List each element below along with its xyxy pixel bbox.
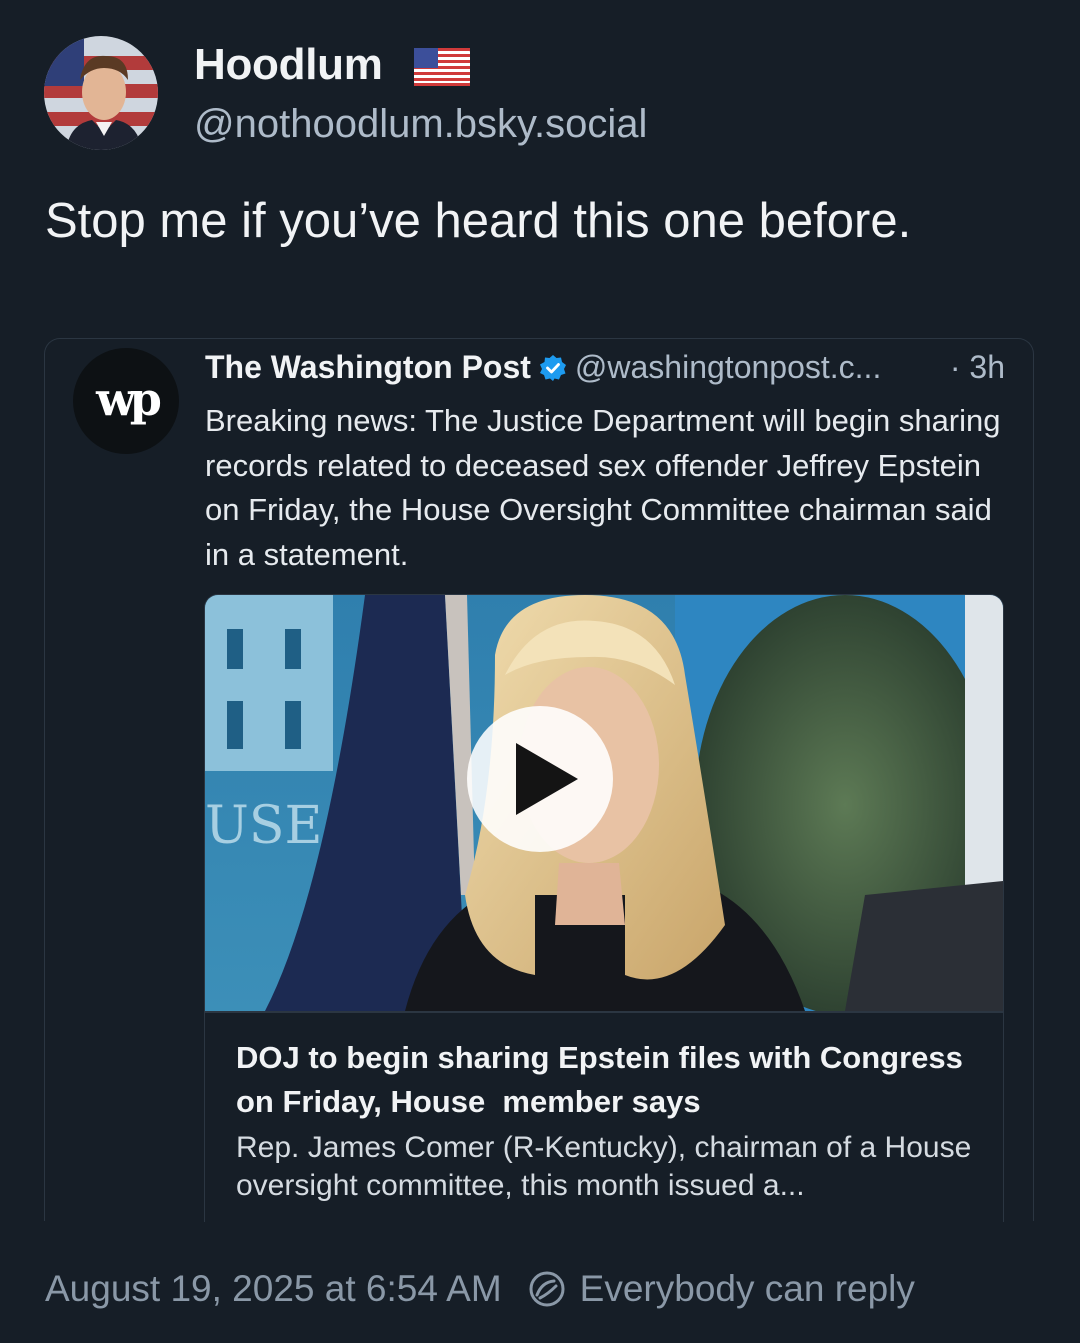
quoted-author-handle[interactable]: @washingtonpost.c... <box>575 349 881 386</box>
sign-text: USE <box>205 796 322 856</box>
verified-badge-icon <box>539 354 566 381</box>
author-avatar[interactable] <box>44 36 158 150</box>
washington-post-avatar[interactable]: wp <box>73 348 179 454</box>
play-icon <box>516 743 578 815</box>
author-handle[interactable]: @nothoodlum.bsky.social <box>194 102 647 147</box>
embed-divider <box>205 1011 1003 1013</box>
post-text: Stop me if you’ve heard this one before. <box>45 194 912 248</box>
post-timestamp: August 19, 2025 at 6:54 AM <box>45 1268 502 1309</box>
post-footer: August 19, 2025 at 6:54 AM Everybody can… <box>45 1268 1045 1310</box>
quoted-post-text: Breaking news: The Justice Department wi… <box>205 403 1001 572</box>
post-thread-item: Hoodlum @nothoodlum.bsky.social Stop me … <box>0 0 1080 1343</box>
embed-description: Rep. James Comer (R-Kentucky), chairman … <box>236 1131 972 1202</box>
play-button[interactable] <box>467 706 613 852</box>
avatar-image <box>44 36 158 150</box>
embed-title[interactable]: DOJ to begin sharing Epstein files with … <box>236 1036 976 1124</box>
quoted-author-name[interactable]: The Washington Post <box>205 349 531 386</box>
quoted-post-card[interactable]: wp The Washington Post @washingtonpost.c… <box>44 338 1034 1222</box>
quoted-post-header: The Washington Post @washingtonpost.c...… <box>205 349 1005 386</box>
link-embed-card[interactable]: USE DOJ to begin sharing Epstein files w… <box>204 594 1004 1222</box>
reply-setting-label[interactable]: Everybody can reply <box>580 1268 915 1310</box>
wp-logo-text: wp <box>96 372 162 426</box>
author-display-name[interactable]: Hoodlum <box>194 40 383 90</box>
us-flag-icon <box>414 48 470 86</box>
reply-restriction-icon <box>529 1271 565 1307</box>
embed-thumbnail[interactable]: USE <box>205 595 1003 1011</box>
quoted-post-time: · 3h <box>949 349 1005 385</box>
